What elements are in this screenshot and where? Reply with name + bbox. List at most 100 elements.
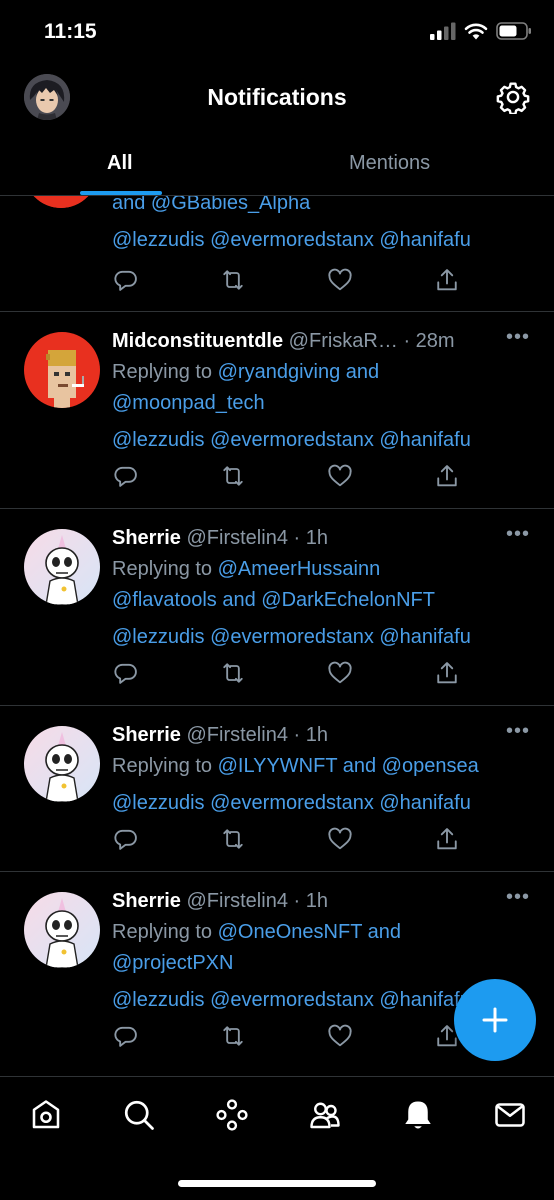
page-title: Notifications [207, 84, 347, 110]
share-icon[interactable] [433, 266, 461, 294]
author-name[interactable]: Sherrie [112, 724, 181, 746]
tweet-actions [112, 825, 462, 855]
signal-icon [430, 22, 456, 40]
replying-line: @projectPXN [112, 948, 534, 979]
mention-link[interactable]: @OneOnesNFT and [218, 921, 401, 943]
reply-icon[interactable] [112, 659, 140, 687]
retweet-icon[interactable] [219, 266, 247, 294]
author-handle[interactable]: @FriskaR… [289, 330, 398, 352]
search-icon[interactable] [121, 1097, 157, 1133]
replying-line: Replying to @AmeerHussainn [112, 554, 534, 585]
heart-icon[interactable] [326, 1022, 354, 1050]
mention-links[interactable]: @lezzudis @evermoredstanx @hanifafu [112, 626, 471, 648]
wifi-icon [464, 23, 488, 40]
tweet-header: Sherrie @Firstelin4 · 1h [112, 720, 534, 751]
mentions-line: @lezzudis @evermoredstanx @hanifafu [112, 425, 534, 456]
home-icon[interactable] [28, 1097, 64, 1133]
reply-icon[interactable] [112, 266, 140, 294]
author-name[interactable]: Sherrie [112, 527, 181, 549]
mention-links[interactable]: @lezzudis @evermoredstanx @hanifafu [112, 989, 471, 1011]
avatar[interactable] [24, 529, 100, 605]
tweet-actions [112, 659, 462, 689]
heart-icon[interactable] [326, 462, 354, 490]
mention-link[interactable]: @ryandgiving and [218, 361, 380, 383]
notifications-bell-icon[interactable] [400, 1097, 436, 1133]
author-handle[interactable]: @Firstelin4 [187, 724, 288, 746]
replying-line: @moonpad_tech [112, 388, 534, 419]
replying-label: Replying to [112, 921, 213, 943]
heart-icon[interactable] [326, 659, 354, 687]
author-name[interactable]: Midconstituentdle [112, 330, 283, 352]
tweet-header: Midconstituentdle @FriskaR… · 28m [112, 326, 534, 357]
timestamp: · 28m [403, 330, 455, 352]
battery-icon [496, 22, 531, 40]
home-indicator [178, 1180, 376, 1187]
mention-link[interactable]: @moonpad_tech [112, 392, 265, 414]
replying-line: @flavatools and @DarkEchelonNFT [112, 585, 534, 616]
timestamp: · 1h [293, 724, 328, 746]
reply-icon[interactable] [112, 462, 140, 490]
plus-icon [482, 1007, 508, 1033]
tweet-actions [112, 462, 462, 492]
retweet-icon[interactable] [219, 462, 247, 490]
tweet-header: Sherrie @Firstelin4 · 1h [112, 886, 534, 917]
author-handle[interactable]: @Firstelin4 [187, 890, 288, 912]
mention-link[interactable]: @AmeerHussainn [218, 558, 381, 580]
share-icon[interactable] [433, 659, 461, 687]
author-handle[interactable]: @Firstelin4 [187, 527, 288, 549]
retweet-icon[interactable] [219, 659, 247, 687]
settings-gear-icon[interactable] [496, 80, 530, 114]
timestamp: · 1h [293, 890, 328, 912]
retweet-icon[interactable] [219, 1022, 247, 1050]
list-item[interactable]: ••• Sherrie @Firstelin4 · 1h Replying to… [0, 509, 554, 706]
messages-icon[interactable] [492, 1097, 528, 1133]
mentions-line: @lezzudis @evermoredstanx @hanifafu [112, 622, 534, 653]
list-item[interactable]: and @GBabies_Alpha @lezzudis @evermoreds… [0, 196, 554, 312]
heart-icon[interactable] [326, 825, 354, 853]
communities-icon[interactable] [307, 1097, 343, 1133]
avatar[interactable] [24, 892, 100, 968]
mention-links[interactable]: @lezzudis @evermoredstanx @hanifafu [112, 429, 471, 451]
share-icon[interactable] [433, 825, 461, 853]
tweet-actions [112, 266, 462, 296]
replying-line: and @GBabies_Alpha [112, 196, 534, 219]
mention-link[interactable]: and @GBabies_Alpha [112, 196, 310, 214]
notifications-feed[interactable]: and @GBabies_Alpha @lezzudis @evermoreds… [0, 196, 554, 1076]
avatar[interactable] [24, 332, 100, 408]
replying-label: Replying to [112, 361, 213, 383]
notification-tabs: All Mentions [0, 134, 554, 196]
replying-label: Replying to [112, 755, 213, 777]
list-item[interactable]: ••• Sherrie @Firstelin4 · 1h Replying to… [0, 706, 554, 872]
tab-mentions[interactable]: Mentions [349, 152, 430, 175]
avatar[interactable] [24, 196, 98, 208]
mentions-line: @lezzudis @evermoredstanx @hanifafu [112, 788, 534, 819]
active-tab-indicator [80, 191, 162, 195]
tab-all[interactable]: All [107, 152, 133, 175]
mention-link[interactable]: @flavatools and @DarkEchelonNFT [112, 589, 435, 611]
header: Notifications [0, 62, 554, 134]
heart-icon[interactable] [326, 266, 354, 294]
mentions-line: @lezzudis @evermoredstanx @hanifafu [112, 225, 534, 256]
replying-line: Replying to @ryandgiving and [112, 357, 534, 388]
compose-button[interactable] [454, 979, 536, 1061]
reply-icon[interactable] [112, 1022, 140, 1050]
mention-links[interactable]: @lezzudis @evermoredstanx @hanifafu [112, 792, 471, 814]
mention-links[interactable]: @lezzudis @evermoredstanx @hanifafu [112, 229, 471, 251]
status-bar: 11:15 [0, 0, 554, 62]
retweet-icon[interactable] [219, 825, 247, 853]
status-time: 11:15 [44, 20, 97, 43]
tweet-header: Sherrie @Firstelin4 · 1h [112, 523, 534, 554]
share-icon[interactable] [433, 462, 461, 490]
reply-icon[interactable] [112, 825, 140, 853]
mention-link[interactable]: @ILYYWNFT and @opensea [218, 755, 479, 777]
spaces-icon[interactable] [214, 1097, 250, 1133]
author-name[interactable]: Sherrie [112, 890, 181, 912]
list-item[interactable]: ••• Midconstituentdle @FriskaR… · 28m Re… [0, 312, 554, 509]
status-icons [430, 22, 532, 40]
tweet-actions [112, 1022, 462, 1052]
avatar[interactable] [24, 726, 100, 802]
replying-line: Replying to @ILYYWNFT and @opensea [112, 751, 534, 782]
replying-line: Replying to @OneOnesNFT and [112, 917, 534, 948]
timestamp: · 1h [293, 527, 328, 549]
mention-link[interactable]: @projectPXN [112, 952, 233, 974]
